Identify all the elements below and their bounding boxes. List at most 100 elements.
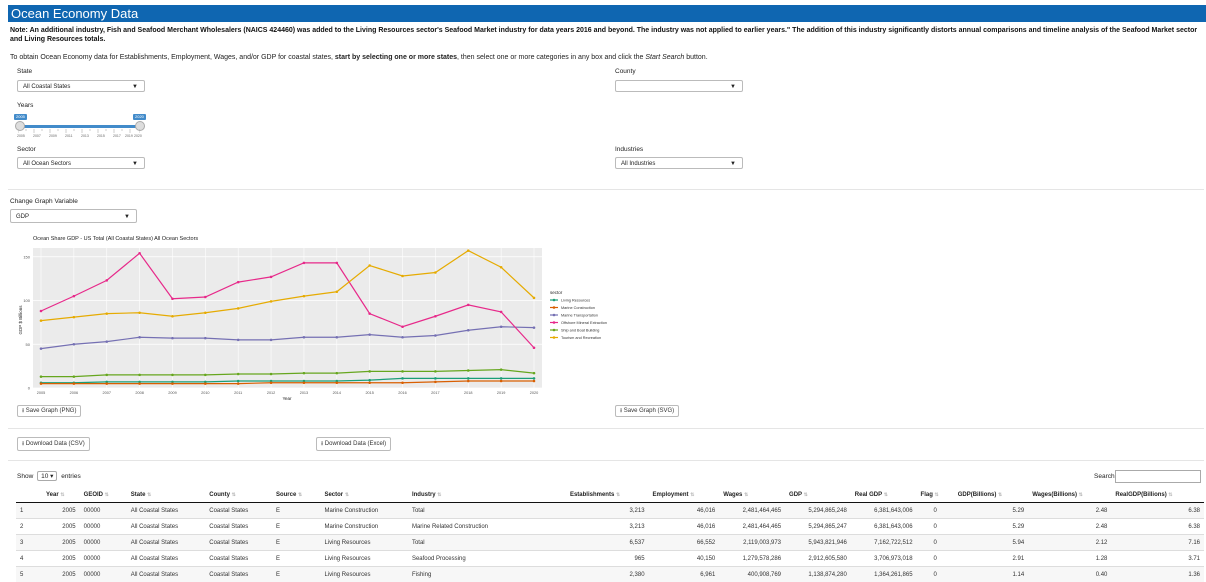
intro-part3: button.: [684, 54, 707, 61]
graph-variable-select[interactable]: GDP ▼: [10, 209, 137, 223]
chart-data-point: [368, 381, 371, 384]
save-graph-png-button[interactable]: ⭳ Save Graph (PNG): [17, 405, 81, 417]
column-header-source[interactable]: Source ⇅: [272, 488, 321, 503]
column-header-label: Year: [46, 492, 59, 498]
data-table: Year ⇅ GEOID ⇅ State ⇅ County ⇅ Source ⇅…: [16, 488, 1204, 582]
download-csv-label: Download Data (CSV): [26, 441, 85, 447]
chart-data-point: [401, 336, 404, 339]
column-header-wages[interactable]: Wages ⇅: [719, 488, 785, 503]
table-cell: 400,908,769: [719, 567, 785, 582]
years-slider-ticks: [18, 129, 140, 133]
intro-text: To obtain Ocean Economy data for Establi…: [10, 53, 1200, 62]
column-header-gdp[interactable]: GDP ⇅: [785, 488, 851, 503]
table-cell: Total: [408, 535, 566, 551]
column-header-county[interactable]: County ⇅: [205, 488, 272, 503]
entries-select[interactable]: 10 ▾: [37, 471, 57, 481]
chevron-down-icon: ▼: [124, 210, 130, 224]
chart-data-point: [204, 311, 207, 314]
table-cell: 3,706,973,018: [851, 551, 917, 567]
table-cell: 1.14: [954, 567, 1029, 582]
column-header-year[interactable]: Year ⇅: [42, 488, 80, 503]
table-row[interactable]: 5200500000All Coastal StatesCoastal Stat…: [16, 567, 1204, 582]
search-input[interactable]: [1115, 470, 1201, 483]
column-header-wages-billions[interactable]: Wages(Billions) ⇅: [1028, 488, 1111, 503]
chart-plot-area: [33, 248, 542, 388]
chart-x-tick-label: 2006: [70, 391, 78, 395]
chart-x-tick-label: 2014: [333, 391, 341, 395]
industries-select[interactable]: All Industries ▼: [615, 157, 743, 169]
county-select[interactable]: ▼: [615, 80, 743, 92]
chart-data-point: [237, 339, 240, 342]
intro-part1: To obtain Ocean Economy data for Establi…: [10, 54, 335, 61]
sort-icon: ⇅: [1168, 492, 1172, 498]
chart-x-tick-label: 2017: [431, 391, 439, 395]
table-cell: 7,162,722,512: [851, 535, 917, 551]
table-cell: 5.29: [954, 519, 1029, 535]
column-header-realgdp-billions[interactable]: RealGDP(Billions) ⇅: [1111, 488, 1204, 503]
table-row[interactable]: 2200500000All Coastal StatesCoastal Stat…: [16, 519, 1204, 535]
column-header-sector[interactable]: Sector ⇅: [320, 488, 408, 503]
chart-x-tick-label: 2020: [530, 391, 538, 395]
chart-data-point: [171, 315, 174, 318]
chart-data-point: [270, 339, 273, 342]
table-cell: Marine Related Construction: [408, 519, 566, 535]
column-header-establishments[interactable]: Establishments ⇅: [566, 488, 649, 503]
table-cell: 7.16: [1111, 535, 1204, 551]
chart-data-point: [368, 264, 371, 267]
intro-part2: , then select one or more categories in …: [457, 54, 645, 61]
chart-data-point: [533, 380, 536, 383]
table-cell: 5,294,865,247: [785, 519, 851, 535]
chevron-down-icon: ▼: [132, 158, 138, 170]
chart-data-point: [204, 296, 207, 299]
table-cell: 1.28: [1028, 551, 1111, 567]
table-row[interactable]: 4200500000All Coastal StatesCoastal Stat…: [16, 551, 1204, 567]
table-cell: Marine Construction: [320, 519, 408, 535]
column-header-real-gdp[interactable]: Real GDP ⇅: [851, 488, 917, 503]
save-graph-svg-button[interactable]: ⭳ Save Graph (SVG): [615, 405, 679, 417]
chart-data-point: [434, 381, 437, 384]
table-cell: 2,912,605,580: [785, 551, 851, 567]
chart-data-point: [105, 312, 108, 315]
download-csv-button[interactable]: ⭳ Download Data (CSV): [17, 437, 90, 451]
chart-x-tick-label: 2013: [300, 391, 308, 395]
table-cell: 1,364,261,865: [851, 567, 917, 582]
table-cell: 46,016: [649, 503, 720, 519]
chart-legend-label: Offshore Mineral Extraction: [561, 321, 607, 325]
table-cell: 1.36: [1111, 567, 1204, 582]
table-row[interactable]: 3200500000All Coastal StatesCoastal Stat…: [16, 535, 1204, 551]
years-slider-track[interactable]: [18, 125, 140, 128]
table-cell: E: [272, 567, 321, 582]
column-header-employment[interactable]: Employment ⇅: [649, 488, 720, 503]
sort-icon: ⇅: [884, 492, 888, 498]
table-cell: 0: [917, 551, 954, 567]
download-excel-button[interactable]: ⭳ Download Data (Excel): [316, 437, 391, 451]
column-header-flag[interactable]: Flag ⇅: [917, 488, 954, 503]
table-cell: 5: [16, 567, 42, 582]
table-cell: 00000: [80, 567, 127, 582]
column-header-industry[interactable]: Industry ⇅: [408, 488, 566, 503]
table-cell: 00000: [80, 503, 127, 519]
chart-data-point: [204, 374, 207, 377]
chart-data-point: [73, 375, 76, 378]
column-header-state[interactable]: State ⇅: [127, 488, 206, 503]
table-row[interactable]: 1200500000All Coastal StatesCoastal Stat…: [16, 503, 1204, 519]
year-tick: 2007: [33, 134, 41, 138]
years-label: Years: [17, 102, 33, 109]
table-cell: 5.29: [954, 503, 1029, 519]
chart-data-point: [336, 372, 339, 375]
column-header-label: RealGDP(Billions): [1115, 492, 1166, 498]
chart-data-point: [73, 382, 76, 385]
chart-data-point: [500, 368, 503, 371]
table-cell: 4: [16, 551, 42, 567]
sector-select[interactable]: All Ocean Sectors ▼: [17, 157, 145, 169]
column-header: [16, 488, 42, 503]
state-select[interactable]: All Coastal States ▼: [17, 80, 145, 92]
column-header-geoid[interactable]: GEOID ⇅: [80, 488, 127, 503]
column-header-gdp-billions[interactable]: GDP(Billions) ⇅: [954, 488, 1029, 503]
year-tick: 2020: [134, 134, 142, 138]
chart-data-point: [467, 249, 470, 252]
table-cell: Seafood Processing: [408, 551, 566, 567]
chart-legend-swatch-point: [553, 336, 556, 339]
table-cell: 2,380: [566, 567, 649, 582]
table-cell: E: [272, 551, 321, 567]
